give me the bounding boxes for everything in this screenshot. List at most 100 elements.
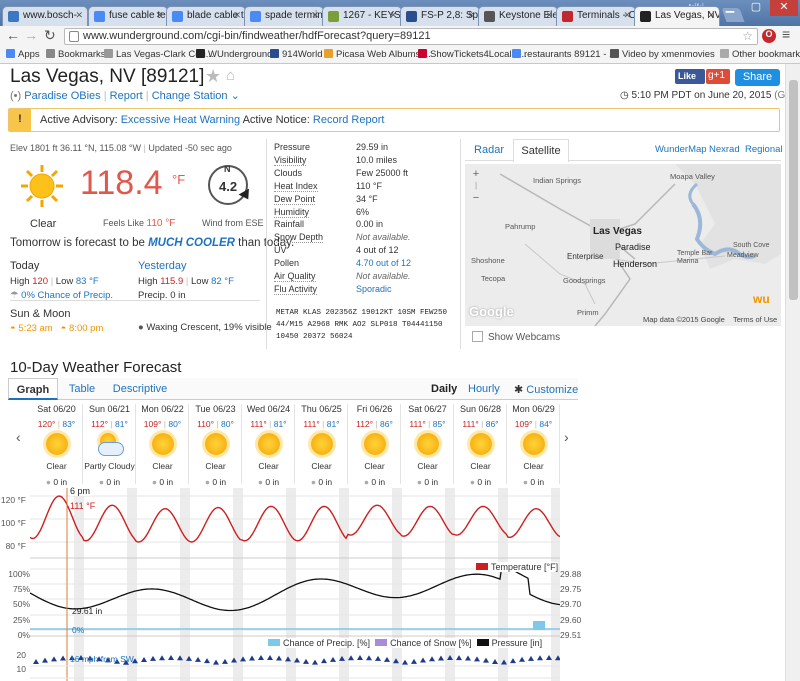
regional-link[interactable]: Regional	[745, 144, 783, 155]
page-icon	[640, 11, 651, 22]
facebook-like-button[interactable]: Like	[675, 69, 705, 84]
map-view[interactable]: + | − Moapa Valley Indian Springs Las Vega…	[465, 164, 781, 326]
day-low: 81°	[115, 419, 128, 429]
chevron-left-icon[interactable]: ‹	[16, 429, 21, 445]
change-station-link[interactable]: Change Station	[152, 90, 228, 102]
forecast-day[interactable]: Fri 06/26 112° | 86° Clear ● 0 in	[348, 404, 401, 487]
forecast-day[interactable]: Sun 06/28 111° | 86° Clear ● 0 in	[454, 404, 507, 487]
heat-warning-link[interactable]: Excessive Heat Warning	[121, 114, 240, 126]
page-icon	[406, 11, 417, 22]
zoom-in-button[interactable]: +	[469, 168, 483, 180]
record-report-link[interactable]: Record Report	[313, 114, 385, 126]
forecast-day[interactable]: Thu 06/25 111° | 81° Clear ● 0 in	[295, 404, 348, 487]
view-hourly[interactable]: Hourly	[468, 383, 500, 395]
bookmark-item[interactable]: restaurants 89121 - ...	[512, 49, 617, 60]
close-icon[interactable]: ✕	[311, 10, 319, 21]
wundermap-link[interactable]: WunderMap	[655, 144, 707, 155]
map-terms-link[interactable]: Terms of Use	[733, 315, 777, 324]
back-icon[interactable]: ←	[6, 27, 20, 43]
bookmark-item[interactable]: Picasa Web Albums ...	[324, 49, 431, 60]
close-icon[interactable]: ✕	[233, 10, 241, 21]
browser-tab[interactable]: 1267 - KEYST ✕	[322, 6, 402, 26]
bookmark-item[interactable]: WUnderground	[196, 49, 272, 60]
close-window-button[interactable]: ✕	[770, 0, 798, 16]
day-date: Sun 06/21	[88, 404, 131, 414]
sun-icon	[20, 164, 63, 207]
day-low: 86°	[380, 419, 393, 429]
day-high: 110°	[197, 419, 215, 429]
forecast-day[interactable]: Sun 06/21 112° | 81° Partly Cloudy ● 0 in	[83, 404, 136, 487]
webcams-checkbox[interactable]	[472, 331, 483, 342]
day-condition: Partly Cloudy	[84, 461, 135, 471]
forecast-day[interactable]: Wed 06/24 111° | 81° Clear ● 0 in	[242, 404, 295, 487]
tab-descriptive[interactable]: Descriptive	[108, 383, 172, 395]
raindrop-icon: ●	[98, 477, 105, 487]
browser-tab[interactable]: spade termin ✕	[244, 6, 324, 26]
browser-tab[interactable]: www.bosch- ✕	[2, 6, 88, 26]
forecast-day[interactable]: Sat 06/27 111° | 85° Clear ● 0 in	[401, 404, 454, 487]
bookmark-item[interactable]: Bookmarks	[46, 49, 106, 60]
condition-label: Rainfall	[274, 219, 305, 230]
forecast-day[interactable]: Tue 06/23 110° | 80° Clear ● 0 in	[189, 404, 242, 487]
zoom-out-button[interactable]: −	[469, 192, 483, 204]
browser-tab[interactable]: Keystone Ele ✕	[478, 6, 558, 26]
close-icon[interactable]: ✕	[545, 10, 553, 21]
yesterday-link[interactable]: Yesterday	[138, 260, 234, 272]
minimize-button[interactable]: ▁	[718, 0, 742, 16]
tab-satellite[interactable]: Satellite	[513, 139, 569, 162]
condition-row: Pressure 29.59 in	[274, 142, 459, 155]
extension-icon[interactable]: O	[762, 29, 776, 43]
webcams-toggle[interactable]: Show Webcams	[472, 331, 560, 343]
browser-tab-active[interactable]: Las Vegas, NV ✕	[634, 6, 720, 26]
station-link[interactable]: Paradise OBies	[24, 90, 100, 102]
star-icon[interactable]: ☆	[742, 29, 753, 43]
map-label: Meadview	[727, 252, 759, 259]
wind-from: Wind from ESE	[202, 218, 264, 228]
tab-graph[interactable]: Graph	[8, 378, 58, 400]
view-daily[interactable]: Daily	[431, 383, 457, 395]
reload-icon[interactable]: ↻	[44, 27, 56, 44]
maximize-button[interactable]: ▢	[744, 0, 768, 16]
nexrad-link[interactable]: Nexrad	[709, 144, 740, 155]
wind-arrow	[168, 655, 174, 661]
day-low: 80°	[168, 419, 182, 429]
bookmark-item[interactable]: Video by xmenmovies	[610, 49, 715, 60]
close-icon[interactable]: ✕	[467, 10, 475, 21]
chevron-right-icon[interactable]: ›	[564, 429, 569, 445]
tab-table[interactable]: Table	[64, 383, 100, 395]
menu-icon[interactable]: ≡	[782, 26, 790, 42]
scrollbar-thumb[interactable]	[789, 80, 798, 300]
customize-button[interactable]: ✱ Customize	[514, 383, 578, 396]
google-plus-button[interactable]: g+1	[706, 69, 730, 84]
browser-tab[interactable]: Terminals - C ✕	[556, 6, 636, 26]
current-temperature: 118.4	[80, 164, 163, 202]
close-icon[interactable]: ✕	[155, 10, 163, 21]
close-icon[interactable]: ✕	[389, 10, 397, 21]
tab-radar[interactable]: Radar	[465, 139, 513, 161]
bookmark-apps[interactable]: Apps	[6, 49, 40, 60]
sun-moon-title[interactable]: Sun & Moon	[10, 308, 71, 320]
condition-label: Pressure	[274, 142, 311, 152]
browser-tab[interactable]: blade cable t ✕	[166, 6, 246, 26]
address-bar[interactable]: www.wunderground.com/cgi-bin/findweather…	[64, 28, 758, 45]
share-button[interactable]: Share	[735, 69, 780, 86]
close-icon[interactable]: ✕	[707, 10, 715, 21]
forward-icon[interactable]: →	[24, 27, 38, 43]
report-link[interactable]: Report	[110, 90, 143, 102]
bookmark-item[interactable]: 914World	[270, 49, 323, 60]
forecast-day[interactable]: Sat 06/20 120° | 83° Clear ● 0 in	[30, 404, 83, 487]
star-icon[interactable]: ★	[205, 66, 221, 87]
home-icon[interactable]: ⌂	[226, 67, 235, 84]
map-zoom-controls[interactable]: + | −	[469, 168, 483, 208]
condition-value: 34 °F	[356, 193, 378, 204]
browser-tab[interactable]: fuse cable te ✕	[88, 6, 168, 26]
vertical-scrollbar[interactable]	[785, 64, 800, 681]
close-icon[interactable]: ✕	[75, 10, 83, 21]
forecast-day[interactable]: Mon 06/22 109° | 80° Clear ● 0 in	[136, 404, 189, 487]
bookmark-other[interactable]: Other bookmarks	[720, 49, 800, 60]
browser-tab[interactable]: FS-P 2,8: Spa ✕	[400, 6, 480, 26]
forecast-day[interactable]: Mon 06/29 109° | 84° Clear ● 0 in	[507, 404, 560, 487]
wind-arrow	[492, 658, 498, 664]
bookmark-item[interactable]: ShowTickets4Locals ...	[418, 49, 527, 60]
close-icon[interactable]: ✕	[623, 10, 631, 21]
